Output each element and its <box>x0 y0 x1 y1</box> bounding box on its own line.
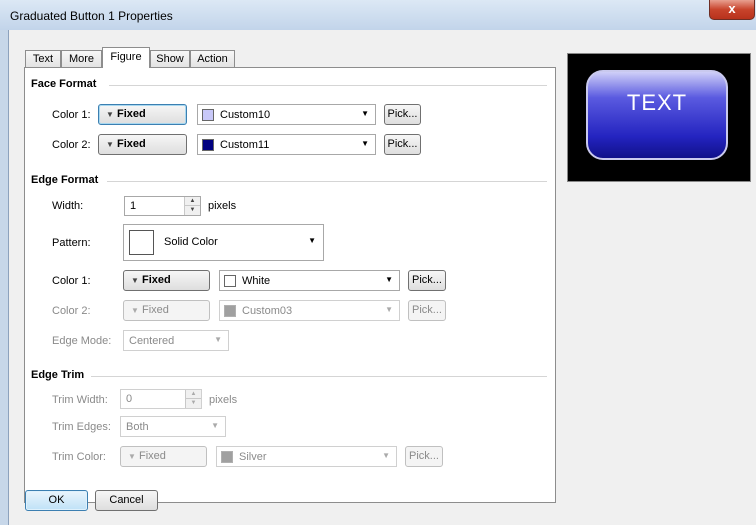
face-format-header: Face Format <box>31 78 97 90</box>
trim-edges-select[interactable]: Both ▼ <box>120 416 226 437</box>
select-value: Custom03 <box>242 305 293 317</box>
spinner-buttons: ▲ ▼ <box>185 390 201 408</box>
preview-graduated-button: TEXT <box>586 70 728 160</box>
edge-color1-pick-button[interactable]: Pick... <box>408 270 446 291</box>
face-color2-label: Color 2: <box>52 139 91 151</box>
pattern-select[interactable]: Solid Color ▼ <box>123 224 324 261</box>
select-value: Silver <box>239 451 267 463</box>
button-preview: TEXT <box>567 53 751 182</box>
divider <box>91 376 547 377</box>
color-swatch <box>224 305 236 317</box>
cancel-button[interactable]: Cancel <box>95 490 158 511</box>
mode-label: Fixed <box>142 274 171 286</box>
tab-figure[interactable]: Figure <box>102 47 150 68</box>
chevron-down-icon: ▼ <box>128 452 136 461</box>
edge-color1-label: Color 1: <box>52 275 91 287</box>
select-value: Both <box>126 421 149 433</box>
edge-width-unit: pixels <box>208 200 237 212</box>
select-value: Centered <box>129 335 175 347</box>
mode-label: Fixed <box>117 138 146 150</box>
window-title: Graduated Button 1 Properties <box>10 9 173 23</box>
chevron-down-icon: ▼ <box>131 276 139 285</box>
color-swatch <box>202 139 214 151</box>
trim-color-mode-button[interactable]: ▼ Fixed <box>120 446 207 467</box>
divider <box>109 85 547 86</box>
pattern-swatch <box>129 230 154 255</box>
tab-more[interactable]: More <box>61 50 102 67</box>
tab-show[interactable]: Show <box>150 50 190 67</box>
chevron-down-icon: ▼ <box>308 236 316 245</box>
spin-down-icon[interactable]: ▼ <box>185 206 200 215</box>
spinner-value: 0 <box>126 393 133 405</box>
chevron-down-icon: ▼ <box>361 139 369 148</box>
face-color2-select[interactable]: Custom11 ▼ <box>197 134 376 155</box>
preview-button-text: TEXT <box>626 90 688 115</box>
face-color1-mode-button[interactable]: ▼ Fixed <box>98 104 187 125</box>
chevron-down-icon: ▼ <box>211 421 219 430</box>
face-color1-pick-button[interactable]: Pick... <box>384 104 421 125</box>
title-bar: Graduated Button 1 Properties x <box>0 0 756 30</box>
edge-format-header: Edge Format <box>31 174 99 186</box>
chevron-down-icon: ▼ <box>131 306 139 315</box>
chevron-down-icon: ▼ <box>382 451 390 460</box>
tab-action[interactable]: Action <box>190 50 235 67</box>
ok-button[interactable]: OK <box>25 490 88 511</box>
close-icon: x <box>728 1 736 16</box>
chevron-down-icon: ▼ <box>106 140 114 149</box>
edge-trim-header: Edge Trim <box>31 369 85 381</box>
trim-color-label: Trim Color: <box>52 451 106 463</box>
spin-down-icon[interactable]: ▼ <box>186 399 201 408</box>
chevron-down-icon: ▼ <box>385 275 393 284</box>
color-swatch <box>202 109 214 121</box>
select-value: White <box>242 275 271 287</box>
face-color2-pick-button[interactable]: Pick... <box>384 134 421 155</box>
spin-up-icon[interactable]: ▲ <box>185 197 200 206</box>
chevron-down-icon: ▼ <box>385 305 393 314</box>
properties-dialog: Graduated Button 1 Properties x Text Mor… <box>0 0 756 525</box>
edge-mode-label: Edge Mode: <box>52 335 112 347</box>
face-color1-select[interactable]: Custom10 ▼ <box>197 104 376 125</box>
mode-label: Fixed <box>117 108 146 120</box>
edge-color2-pick-button[interactable]: Pick... <box>408 300 446 321</box>
chevron-down-icon: ▼ <box>214 335 222 344</box>
tab-text[interactable]: Text <box>25 50 61 67</box>
spin-up-icon[interactable]: ▲ <box>186 390 201 399</box>
edge-color1-mode-button[interactable]: ▼ Fixed <box>123 270 210 291</box>
edge-color2-mode-button[interactable]: ▼ Fixed <box>123 300 210 321</box>
edge-color1-select[interactable]: White ▼ <box>219 270 400 291</box>
edge-width-label: Width: <box>52 200 84 212</box>
mode-label: Fixed <box>142 304 169 316</box>
face-color2-mode-button[interactable]: ▼ Fixed <box>98 134 187 155</box>
trim-edges-label: Trim Edges: <box>52 421 111 433</box>
divider <box>107 181 547 182</box>
figure-panel: Face Format Color 1: ▼ Fixed Custom10 ▼ … <box>24 67 556 503</box>
trim-width-spinner[interactable]: 0 ▲ ▼ <box>120 389 202 409</box>
select-value: Custom11 <box>220 139 270 151</box>
edge-width-spinner[interactable]: 1 ▲ ▼ <box>124 196 201 216</box>
trim-color-pick-button[interactable]: Pick... <box>405 446 443 467</box>
trim-width-unit: pixels <box>209 394 238 406</box>
chevron-down-icon: ▼ <box>106 110 114 119</box>
pattern-label: Pattern: <box>52 237 91 249</box>
dialog-client: Text More Figure Show Action Face Format… <box>8 30 756 525</box>
select-value: Custom10 <box>220 109 271 121</box>
edge-color2-select[interactable]: Custom03 ▼ <box>219 300 400 321</box>
chevron-down-icon: ▼ <box>361 109 369 118</box>
mode-label: Fixed <box>139 450 166 462</box>
face-color1-label: Color 1: <box>52 109 91 121</box>
trim-color-select[interactable]: Silver ▼ <box>216 446 397 467</box>
color-swatch <box>221 451 233 463</box>
color-swatch <box>224 275 236 287</box>
edge-color2-label: Color 2: <box>52 305 91 317</box>
spinner-value: 1 <box>130 200 137 212</box>
close-button[interactable]: x <box>709 0 755 20</box>
edge-mode-select[interactable]: Centered ▼ <box>123 330 229 351</box>
select-value: Solid Color <box>164 236 218 248</box>
trim-width-label: Trim Width: <box>52 394 108 406</box>
spinner-buttons: ▲ ▼ <box>184 197 200 215</box>
